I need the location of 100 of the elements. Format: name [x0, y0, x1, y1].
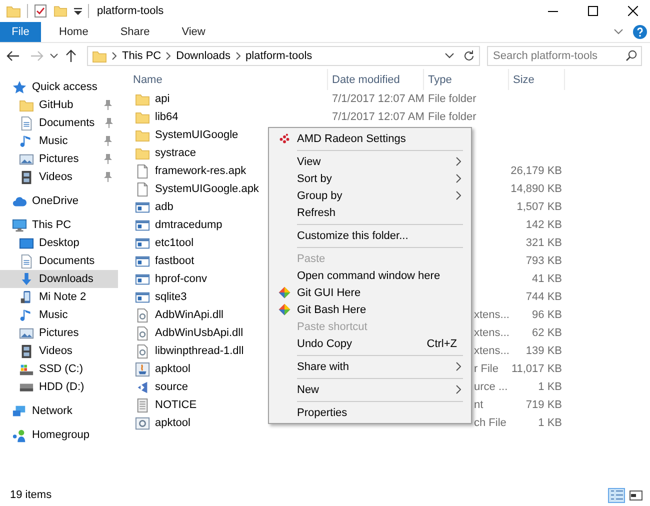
file-name[interactable]: fastboot	[155, 255, 194, 267]
navigation-item[interactable]: GitHub	[0, 96, 118, 114]
navigation-label: GitHub	[39, 99, 74, 111]
expand-ribbon-icon[interactable]	[614, 29, 623, 35]
text-file-icon	[135, 398, 150, 412]
document-icon	[19, 254, 34, 268]
folder-icon	[19, 98, 34, 112]
back-arrow-icon[interactable]	[6, 50, 20, 62]
menu-item[interactable]: View	[271, 153, 469, 170]
navigation-item[interactable]: Mi Note 2	[0, 288, 118, 306]
file-name[interactable]: api	[155, 93, 170, 105]
refresh-icon[interactable]	[463, 50, 475, 62]
menu-label: View	[297, 156, 321, 168]
menu-label: Share with	[297, 360, 349, 372]
dropdown-chevron-icon[interactable]	[445, 53, 454, 59]
file-name[interactable]: adb	[155, 201, 174, 213]
file-name[interactable]: framework-res.apk	[155, 165, 246, 177]
navigation-label: Videos	[39, 171, 72, 183]
column-header[interactable]: Name	[118, 69, 328, 90]
type-cell: ch File	[474, 417, 506, 429]
size-cell: 11,017 KB	[511, 363, 562, 375]
menu-label: Group by	[297, 190, 342, 202]
navigation-item[interactable]: Homegroup	[0, 426, 118, 444]
breadcrumb[interactable]: Downloads	[176, 50, 231, 62]
navigation-item[interactable]: This PC	[0, 216, 118, 234]
file-name[interactable]: etc1tool	[155, 237, 194, 249]
navigation-item[interactable]: Videos	[0, 342, 118, 360]
menu-item[interactable]: Git GUI Here	[271, 284, 469, 301]
navigation-item[interactable]: Desktop	[0, 234, 118, 252]
navigation-label: Pictures	[39, 153, 79, 165]
ribbon-tab[interactable]: Share	[102, 22, 164, 42]
help-icon[interactable]	[633, 25, 647, 39]
navigation-item[interactable]: HDD (D:)	[0, 378, 118, 396]
navigation-label: Mi Note 2	[39, 291, 86, 303]
file-name[interactable]: libwinpthread-1.dll	[155, 345, 244, 357]
menu-item[interactable]: Sort by	[271, 170, 469, 187]
navigation-item[interactable]: Downloads	[0, 270, 118, 288]
search-icon[interactable]	[626, 50, 637, 61]
ribbon-tab[interactable]: View	[164, 22, 220, 42]
navigation-item[interactable]: Music	[0, 306, 118, 324]
diamond-icon	[278, 286, 290, 299]
column-header[interactable]: Date modified	[328, 69, 424, 90]
ribbon-tab[interactable]: Home	[41, 22, 102, 42]
breadcrumb[interactable]: platform-tools	[246, 50, 312, 62]
file-name[interactable]: AdbWinUsbApi.dll	[155, 327, 244, 339]
menu-item[interactable]: AMD Radeon Settings	[271, 130, 469, 147]
menu-item[interactable]: Open command window here	[271, 267, 469, 284]
breadcrumb[interactable]: This PC	[122, 50, 162, 62]
file-name[interactable]: lib64	[155, 111, 178, 123]
navigation-item[interactable]: OneDrive	[0, 192, 118, 210]
type-cell: File folder	[428, 111, 476, 123]
menu-item[interactable]: Group by	[271, 187, 469, 204]
menu-item[interactable]: Customize this folder...	[271, 227, 469, 244]
navigation-item[interactable]: Documents	[0, 114, 118, 132]
file-name[interactable]: AdbWinApi.dll	[155, 309, 224, 321]
recent-locations-icon[interactable]	[50, 53, 58, 59]
file-name[interactable]: SystemUIGoogle	[155, 129, 238, 141]
film-icon	[19, 170, 34, 184]
navigation-item[interactable]: Music	[0, 132, 118, 150]
column-header[interactable]: Size	[509, 69, 565, 90]
document-icon	[19, 116, 34, 130]
file-name[interactable]: sqlite3	[155, 291, 187, 303]
search-field[interactable]: Search platform-tools	[487, 46, 642, 66]
file-name[interactable]: source	[155, 381, 188, 393]
navigation-item[interactable]: SSD (C:)	[0, 360, 118, 378]
file-name[interactable]: SystemUIGoogle.apk	[155, 183, 259, 195]
menu-label: Refresh	[297, 206, 336, 218]
navigation-item[interactable]: Network	[0, 402, 118, 420]
menu-item[interactable]: Undo Copy Ctrl+Z	[271, 335, 469, 352]
address-bar[interactable]: This PC Downloads platform-tools	[87, 46, 480, 66]
navigation-item[interactable]: Videos	[0, 168, 118, 186]
picture-icon	[19, 152, 34, 166]
menu-item[interactable]: Properties	[271, 404, 469, 421]
menu-item[interactable]: New	[271, 381, 469, 398]
navigation-item[interactable]: Documents	[0, 252, 118, 270]
navigation-label: SSD (C:)	[39, 363, 83, 375]
menu-item[interactable]: Share with	[271, 358, 469, 375]
navigation-item[interactable]: Quick access	[0, 78, 118, 96]
application-icon	[135, 290, 150, 304]
date-cell: 7/1/2017 12:07 AM	[332, 111, 424, 123]
menu-item[interactable]: Refresh	[271, 204, 469, 221]
details-view-button[interactable]	[608, 488, 625, 502]
navigation-item[interactable]: Pictures	[0, 150, 118, 168]
folder-icon	[135, 128, 150, 142]
file-button[interactable]: File	[0, 22, 41, 42]
file-name[interactable]: NOTICE	[155, 399, 197, 411]
large-icons-view-button[interactable]	[627, 488, 644, 502]
file-name[interactable]: dmtracedump	[155, 219, 222, 231]
close-icon	[628, 6, 638, 16]
file-name[interactable]: apktool	[155, 417, 190, 429]
file-name[interactable]: systrace	[155, 147, 196, 159]
properties-icon[interactable]	[34, 4, 47, 18]
column-header[interactable]: Type	[424, 69, 509, 90]
navigation-item[interactable]: Pictures	[0, 324, 118, 342]
menu-item[interactable]: Git Bash Here	[271, 301, 469, 318]
dropdown-arrow-icon[interactable]	[74, 7, 82, 15]
file-name[interactable]: hprof-conv	[155, 273, 207, 285]
size-cell: 62 KB	[532, 327, 562, 339]
up-arrow-icon[interactable]	[65, 49, 77, 63]
file-name[interactable]: apktool	[155, 363, 190, 375]
